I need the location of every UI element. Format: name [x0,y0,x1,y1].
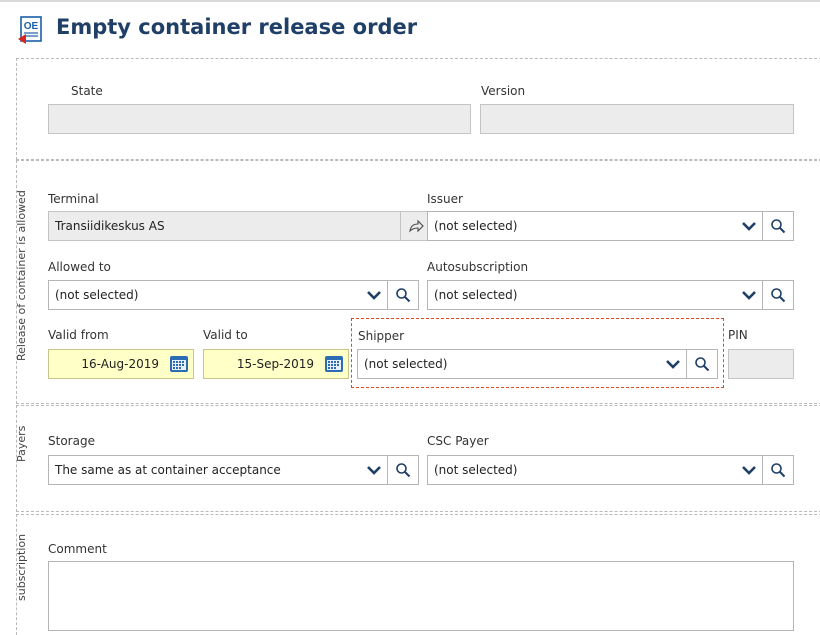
search-icon [771,219,786,234]
autosubscription-chevron-down-icon[interactable] [736,281,762,309]
page-title: Empty container release order [56,15,418,39]
search-icon [771,463,786,478]
calendar-icon[interactable] [169,355,189,373]
shipper-label: Shipper [358,329,405,343]
calendar-icon[interactable] [324,355,344,373]
autosubscription-label: Autosubscription [427,260,529,274]
search-icon [771,288,786,303]
issuer-label: Issuer [427,192,463,206]
valid-from-label: Valid from [48,328,109,342]
valid-from-date-field[interactable]: 16-Aug-2019 [48,349,194,379]
valid-from-value: 16-Aug-2019 [81,357,159,371]
valid-to-value: 15-Sep-2019 [236,357,314,371]
storage-select[interactable]: The same as at container acceptance [48,455,419,485]
valid-to-date-field[interactable]: 15-Sep-2019 [203,349,349,379]
search-icon [396,463,411,478]
search-icon [396,288,411,303]
allowed-to-value: (not selected) [55,288,139,302]
autosubscription-search-button[interactable] [762,281,793,309]
pin-label: PIN [728,328,748,342]
issuer-select[interactable]: (not selected) [427,211,794,241]
comment-label: Comment [48,542,107,556]
release-section-label: Release of container is allowed [15,190,28,362]
search-icon [695,357,710,372]
shipper-value: (not selected) [364,357,448,371]
release-section: Release of container is allowed Terminal… [15,160,820,404]
allowed-to-chevron-down-icon[interactable] [361,281,387,309]
allowed-to-select[interactable]: (not selected) [48,280,419,310]
header: OE Empty container release order [0,2,820,50]
pin-field[interactable] [728,349,794,379]
subscription-section: subscription Comment [15,514,820,635]
storage-search-button[interactable] [387,456,418,484]
csc-payer-search-button[interactable] [762,456,793,484]
csc-payer-select[interactable]: (not selected) [427,455,794,485]
comment-textarea[interactable] [48,561,794,631]
csc-payer-label: CSC Payer [427,434,489,448]
version-label: Version [481,84,526,98]
allowed-to-search-button[interactable] [387,281,418,309]
shipper-select[interactable]: (not selected) [357,349,718,379]
issuer-search-button[interactable] [762,212,793,240]
csc-payer-chevron-down-icon[interactable] [736,456,762,484]
order-document-icon: OE [18,16,42,44]
share-arrow-icon [409,219,424,233]
csc-payer-value: (not selected) [434,463,518,477]
state-section: State Version [16,58,820,160]
allowed-to-label: Allowed to [48,260,111,274]
storage-label: Storage [48,434,95,448]
issuer-chevron-down-icon[interactable] [736,212,762,240]
state-field[interactable] [48,104,471,134]
terminal-value: Transiidikeskus AS [55,219,165,233]
terminal-field[interactable]: Transiidikeskus AS [48,211,432,241]
shipper-highlight: Shipper (not selected) [351,318,724,388]
autosubscription-value: (not selected) [434,288,518,302]
state-label: State [71,84,103,98]
valid-to-label: Valid to [203,328,248,342]
storage-chevron-down-icon[interactable] [361,456,387,484]
terminal-label: Terminal [48,192,99,206]
issuer-value: (not selected) [434,219,518,233]
version-field[interactable] [480,104,794,134]
payers-section: Payers Storage The same as at container … [15,405,820,512]
shipper-search-button[interactable] [686,350,717,378]
subscription-section-label: subscription [15,533,28,602]
payers-section-label: Payers [15,425,28,462]
autosubscription-select[interactable]: (not selected) [427,280,794,310]
shipper-chevron-down-icon[interactable] [660,350,686,378]
icon-letters: OE [24,21,39,32]
storage-value: The same as at container acceptance [55,463,281,477]
